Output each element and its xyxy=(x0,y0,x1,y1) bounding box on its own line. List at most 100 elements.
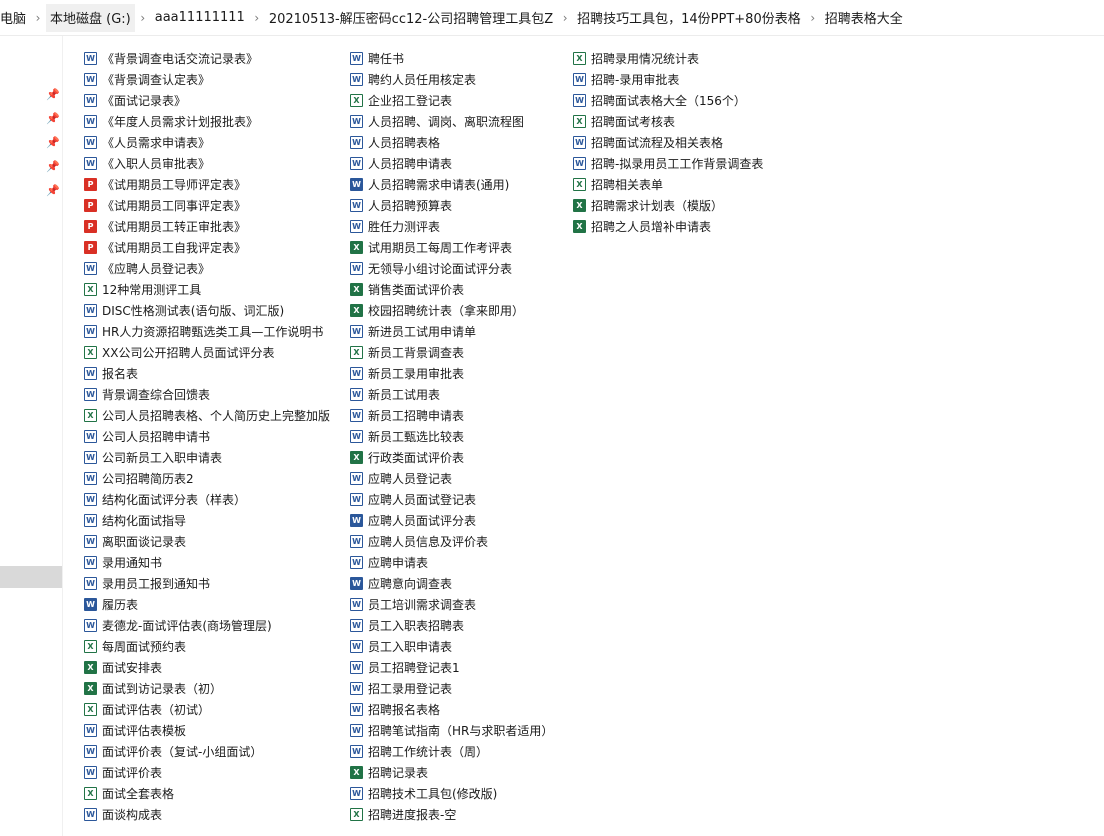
file-item[interactable]: W 应聘人员面试登记表 xyxy=(350,489,553,510)
pin-icon[interactable]: 📌 xyxy=(46,136,60,150)
pin-icon[interactable]: 📌 xyxy=(46,112,60,126)
file-item[interactable]: W DISC性格测试表(语句版、词汇版) xyxy=(84,300,330,321)
file-item[interactable]: X 面试全套表格 xyxy=(84,783,330,804)
file-item[interactable]: W 《年度人员需求计划报批表》 xyxy=(84,111,330,132)
file-item[interactable]: W 面试评价表 xyxy=(84,762,330,783)
file-item[interactable]: X 行政类面试评价表 xyxy=(350,447,553,468)
file-item[interactable]: W 结构化面试指导 xyxy=(84,510,330,531)
file-item[interactable]: X 招聘记录表 xyxy=(350,762,553,783)
file-item[interactable]: W 人员招聘预算表 xyxy=(350,195,553,216)
file-item[interactable]: W 人员招聘、调岗、离职流程图 xyxy=(350,111,553,132)
file-item[interactable]: W 面试评估表模板 xyxy=(84,720,330,741)
file-item[interactable]: W 录用通知书 xyxy=(84,552,330,573)
pin-icon[interactable]: 📌 xyxy=(46,184,60,198)
file-item[interactable]: W 麦德龙-面试评估表(商场管理层) xyxy=(84,615,330,636)
chevron-right-icon[interactable]: › xyxy=(557,11,573,25)
file-item[interactable]: W 履历表 xyxy=(84,594,330,615)
file-item[interactable]: P 《试用期员工转正审批表》 xyxy=(84,216,330,237)
file-item[interactable]: W 员工培训需求调查表 xyxy=(350,594,553,615)
file-item[interactable]: W 结构化面试评分表（样表） xyxy=(84,489,330,510)
file-item[interactable]: W 报名表 xyxy=(84,363,330,384)
file-item[interactable]: W 招聘工作统计表（周） xyxy=(350,741,553,762)
file-item[interactable]: W 员工入职表招聘表 xyxy=(350,615,553,636)
chevron-right-icon[interactable]: › xyxy=(249,11,265,25)
file-item[interactable]: X 招聘面试考核表 xyxy=(573,111,763,132)
file-item[interactable]: W 《入职人员审批表》 xyxy=(84,153,330,174)
file-item[interactable]: X 销售类面试评价表 xyxy=(350,279,553,300)
chevron-right-icon[interactable]: › xyxy=(30,11,46,25)
breadcrumb-item-drive[interactable]: 本地磁盘 (G:) xyxy=(46,3,135,32)
file-item[interactable]: X 试用期员工每周工作考评表 xyxy=(350,237,553,258)
pin-icon[interactable]: 📌 xyxy=(46,88,60,102)
file-item[interactable]: X 招聘相关表单 xyxy=(573,174,763,195)
breadcrumb-item-folder-aaa[interactable]: aaa11111111 xyxy=(151,4,249,32)
file-item[interactable]: W 招聘面试流程及相关表格 xyxy=(573,132,763,153)
file-item[interactable]: W 应聘人员登记表 xyxy=(350,468,553,489)
breadcrumb-item-pc[interactable]: 电脑 xyxy=(0,4,30,32)
file-item[interactable]: W 胜任力测评表 xyxy=(350,216,553,237)
file-item[interactable]: W HR人力资源招聘甄选类工具—工作说明书 xyxy=(84,321,330,342)
file-item[interactable]: W 人员招聘需求申请表(通用) xyxy=(350,174,553,195)
file-item[interactable]: W 招聘技术工具包(修改版) xyxy=(350,783,553,804)
file-item[interactable]: W 招工录用登记表 xyxy=(350,678,553,699)
pin-icon[interactable]: 📌 xyxy=(46,160,60,174)
file-item[interactable]: W 招聘-拟录用员工工作背景调查表 xyxy=(573,153,763,174)
file-item[interactable]: W 聘约人员任用核定表 xyxy=(350,69,553,90)
file-item[interactable]: W 《背景调查电话交流记录表》 xyxy=(84,48,330,69)
file-item[interactable]: X 招聘需求计划表（模版） xyxy=(573,195,763,216)
file-item[interactable]: X 招聘之人员增补申请表 xyxy=(573,216,763,237)
file-item[interactable]: W 应聘申请表 xyxy=(350,552,553,573)
file-item[interactable]: W 员工招聘登记表1 xyxy=(350,657,553,678)
file-item[interactable]: W 新员工甄选比较表 xyxy=(350,426,553,447)
file-item[interactable]: W 应聘意向调查表 xyxy=(350,573,553,594)
file-item[interactable]: P 《试用期员工导师评定表》 xyxy=(84,174,330,195)
file-item[interactable]: X 12种常用测评工具 xyxy=(84,279,330,300)
file-item[interactable]: W 面谈构成表 xyxy=(84,804,330,825)
file-item[interactable]: W 人员招聘申请表 xyxy=(350,153,553,174)
file-item[interactable]: W 聘任书 xyxy=(350,48,553,69)
file-item[interactable]: X 每周面试预约表 xyxy=(84,636,330,657)
file-item[interactable]: W 员工入职申请表 xyxy=(350,636,553,657)
file-item[interactable]: W 应聘人员面试评分表 xyxy=(350,510,553,531)
file-item[interactable]: X 新员工背景调查表 xyxy=(350,342,553,363)
breadcrumb-item-folder-package[interactable]: 20210513-解压密码cc12-公司招聘管理工具包Z xyxy=(265,4,557,32)
file-item[interactable]: W 《应聘人员登记表》 xyxy=(84,258,330,279)
chevron-right-icon[interactable]: › xyxy=(805,11,821,25)
file-item[interactable]: W 离职面谈记录表 xyxy=(84,531,330,552)
file-item[interactable]: W 新员工试用表 xyxy=(350,384,553,405)
file-item[interactable]: X XX公司公开招聘人员面试评分表 xyxy=(84,342,330,363)
chevron-right-icon[interactable]: › xyxy=(135,11,151,25)
file-item[interactable]: X 面试评估表（初试） xyxy=(84,699,330,720)
file-item[interactable]: W 招聘报名表格 xyxy=(350,699,553,720)
file-item[interactable]: X 招聘进度报表-空 xyxy=(350,804,553,825)
file-item[interactable]: W 面试评价表（复试-小组面试） xyxy=(84,741,330,762)
file-item[interactable]: W 新员工录用审批表 xyxy=(350,363,553,384)
navigation-selected-item[interactable] xyxy=(0,566,62,588)
file-item[interactable]: X 公司人员招聘表格、个人简历史上完整加版 xyxy=(84,405,330,426)
file-item[interactable]: W 《面试记录表》 xyxy=(84,90,330,111)
breadcrumb-item-current-folder[interactable]: 招聘表格大全 xyxy=(821,4,907,32)
file-item[interactable]: P 《试用期员工同事评定表》 xyxy=(84,195,330,216)
file-item[interactable]: W 《人员需求申请表》 xyxy=(84,132,330,153)
file-item[interactable]: W 公司新员工入职申请表 xyxy=(84,447,330,468)
file-item[interactable]: W 新员工招聘申请表 xyxy=(350,405,553,426)
file-item[interactable]: X 校园招聘统计表（拿来即用） xyxy=(350,300,553,321)
file-item[interactable]: W 无领导小组讨论面试评分表 xyxy=(350,258,553,279)
file-item[interactable]: W 新进员工试用申请单 xyxy=(350,321,553,342)
file-item[interactable]: W 招聘面试表格大全（156个） xyxy=(573,90,763,111)
breadcrumb-item-folder-toolkit[interactable]: 招聘技巧工具包，14份PPT+80份表格 xyxy=(573,4,805,32)
file-item[interactable]: X 招聘录用情况统计表 xyxy=(573,48,763,69)
file-item[interactable]: X 企业招工登记表 xyxy=(350,90,553,111)
file-item[interactable]: W 公司招聘简历表2 xyxy=(84,468,330,489)
file-item[interactable]: X 面试安排表 xyxy=(84,657,330,678)
file-item[interactable]: W 招聘-录用审批表 xyxy=(573,69,763,90)
file-item[interactable]: W 公司人员招聘申请书 xyxy=(84,426,330,447)
file-item[interactable]: W 《背景调查认定表》 xyxy=(84,69,330,90)
file-item[interactable]: W 人员招聘表格 xyxy=(350,132,553,153)
file-item[interactable]: P 《试用期员工自我评定表》 xyxy=(84,237,330,258)
file-item[interactable]: W 背景调查综合回馈表 xyxy=(84,384,330,405)
file-item[interactable]: W 录用员工报到通知书 xyxy=(84,573,330,594)
file-item[interactable]: W 应聘人员信息及评价表 xyxy=(350,531,553,552)
file-item[interactable]: W 招聘笔试指南（HR与求职者适用） xyxy=(350,720,553,741)
file-item[interactable]: X 面试到访记录表（初） xyxy=(84,678,330,699)
